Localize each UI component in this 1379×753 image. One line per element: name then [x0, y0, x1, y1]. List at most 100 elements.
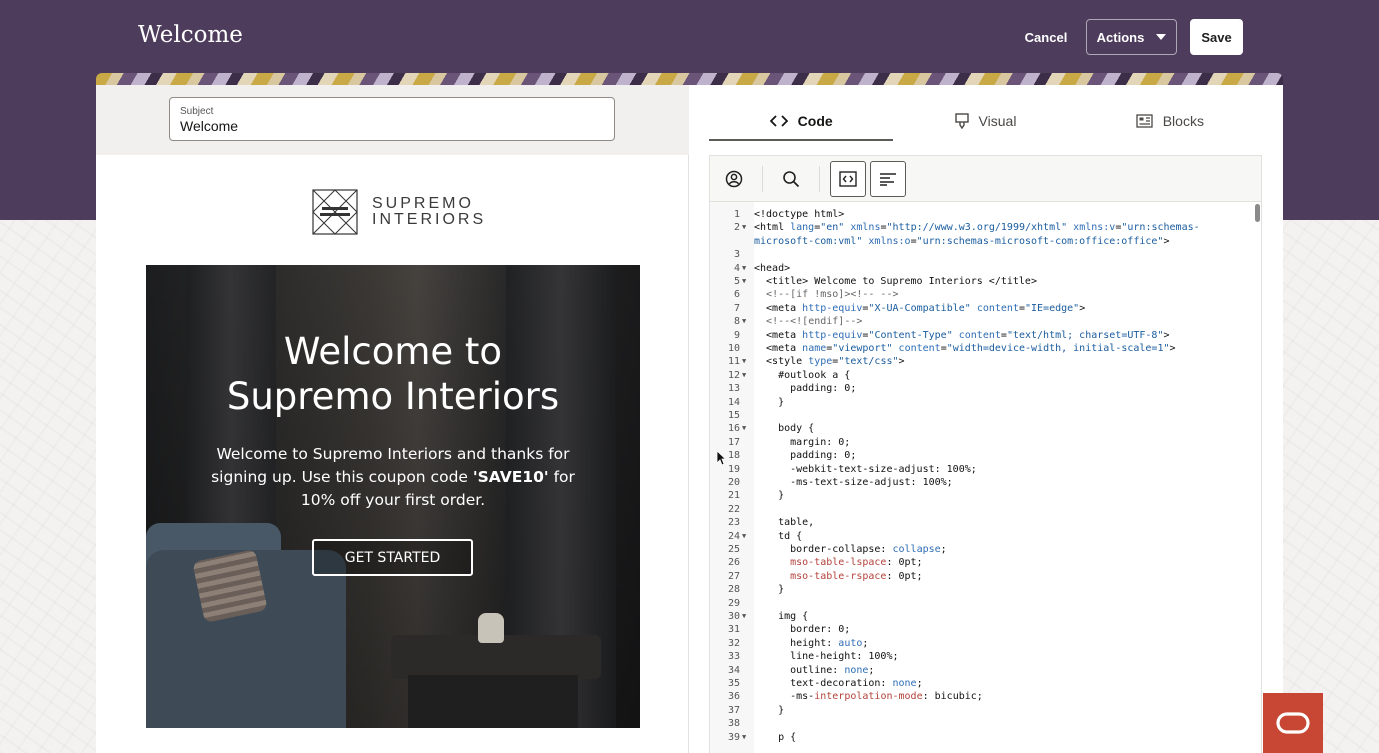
tab-visual[interactable]: Visual	[893, 103, 1077, 141]
search-button[interactable]	[773, 161, 809, 197]
code-text: <meta http-equiv="Content-Type" content=…	[754, 329, 1170, 341]
code-line[interactable]: 36 -ms-interpolation-mode: bicubic;	[710, 690, 1250, 703]
code-line[interactable]: 34 outline: none;	[710, 664, 1250, 677]
editor-tabs: Code Visual Blocks	[709, 103, 1262, 141]
format-align-icon	[880, 172, 896, 186]
code-text: <head>	[754, 262, 791, 274]
code-line[interactable]: 1 <!doctype html>	[710, 208, 1250, 221]
code-area[interactable]: 1 <!doctype html> 2 ▼ <html lang="en" xmlns=…	[710, 202, 1263, 753]
line-number: 3	[733, 249, 740, 261]
code-text: mso-table-lspace: 0pt;	[790, 557, 923, 569]
code-line[interactable]: 7 <meta http-equiv="X-UA-Compatible" con…	[710, 302, 1250, 315]
code-text: padding: 0;	[754, 383, 857, 395]
actions-label: Actions	[1096, 29, 1145, 45]
code-line[interactable]: 16 ▼ body {	[710, 422, 1250, 435]
code-line[interactable]: 11 ▼ <style type="text/css">	[710, 355, 1250, 368]
get-started-button[interactable]: GET STARTED	[312, 539, 473, 576]
fold-arrow-icon[interactable]: ▼	[742, 315, 746, 328]
cancel-button[interactable]: Cancel	[1016, 20, 1076, 54]
code-text: <!--[if !mso]><!-- -->	[766, 289, 899, 301]
search-icon	[783, 170, 800, 187]
hero-banner[interactable]: Welcome to Supremo Interiors Welcome to …	[146, 265, 640, 728]
code-line[interactable]: 39 ▼ p {	[710, 731, 1250, 744]
fold-arrow-icon[interactable]: ▼	[742, 221, 746, 234]
fold-arrow-icon[interactable]: ▼	[742, 422, 746, 435]
code-line[interactable]: 4 ▼ <head>	[710, 262, 1250, 275]
save-button[interactable]: Save	[1190, 19, 1243, 55]
oracle-help-button[interactable]	[1263, 693, 1323, 753]
code-line[interactable]: 33 line-height: 100%;	[710, 650, 1250, 663]
line-number: 21	[727, 490, 740, 502]
coffee-table-base	[408, 675, 578, 728]
fold-arrow-icon[interactable]: ▼	[742, 355, 746, 368]
format-align-button[interactable]	[870, 160, 906, 197]
code-line[interactable]: 24 ▼ td {	[710, 530, 1250, 543]
code-line[interactable]: 37 }	[710, 704, 1250, 717]
code-text: td {	[754, 530, 803, 542]
hero-title-line-2: Supremo Interiors	[226, 375, 560, 418]
tab-code-label: Code	[797, 113, 833, 129]
fold-arrow-icon[interactable]: ▼	[742, 731, 746, 744]
code-line[interactable]: 10 <meta name="viewport" content="width=…	[710, 342, 1250, 355]
code-text: img {	[754, 611, 809, 622]
code-line[interactable]: 26 mso-table-lspace: 0pt;	[710, 556, 1250, 569]
fold-arrow-icon[interactable]: ▼	[742, 369, 746, 382]
code-line[interactable]: 17 margin: 0;	[710, 436, 1250, 449]
personalize-button[interactable]	[716, 161, 752, 197]
code-line[interactable]: 15	[710, 409, 1250, 422]
code-line[interactable]: microsoft-com:vml" xmlns:o="urn:schemas-…	[710, 235, 1250, 248]
code-line[interactable]: 18 padding: 0;	[710, 449, 1250, 462]
code-line[interactable]: 27 mso-table-rspace: 0pt;	[710, 570, 1250, 583]
actions-menu-button[interactable]: Actions	[1086, 19, 1177, 55]
line-number: 16	[727, 423, 740, 435]
code-line[interactable]: 35 text-decoration: none;	[710, 677, 1250, 690]
code-line[interactable]: 9 <meta http-equiv="Content-Type" conten…	[710, 329, 1250, 342]
code-text: text-decoration: none;	[754, 678, 923, 689]
code-line[interactable]: 21 }	[710, 489, 1250, 502]
subject-field[interactable]: Subject	[169, 97, 615, 141]
line-number: 6	[733, 289, 740, 301]
line-number: 11	[727, 356, 740, 368]
code-line[interactable]: 20 -ms-text-size-adjust: 100%;	[710, 476, 1250, 489]
code-line[interactable]: 30 ▼ img {	[710, 610, 1250, 623]
code-line[interactable]: 8 ▼ <!--<![endif]-->	[710, 315, 1250, 328]
code-line[interactable]: 19 -webkit-text-size-adjust: 100%;	[710, 463, 1250, 476]
caret-down-icon	[1156, 34, 1167, 40]
fold-arrow-icon[interactable]: ▼	[742, 262, 746, 275]
code-line[interactable]: 6 <!--[if !mso]><!-- -->	[710, 288, 1250, 301]
code-line[interactable]: 12 ▼ #outlook a {	[710, 369, 1250, 382]
code-line[interactable]: 5 ▼ <title> Welcome to Supremo Interiors …	[710, 275, 1250, 288]
code-block-button[interactable]	[830, 160, 866, 197]
code-line[interactable]: 29	[710, 597, 1250, 610]
line-number: 12	[727, 369, 740, 381]
subject-input[interactable]	[180, 118, 604, 134]
tab-code[interactable]: Code	[709, 103, 894, 141]
tab-blocks[interactable]: Blocks	[1078, 103, 1262, 141]
code-line[interactable]: 13 padding: 0;	[710, 382, 1250, 395]
code-line[interactable]: 28 }	[710, 583, 1250, 596]
fold-arrow-icon[interactable]: ▼	[742, 610, 746, 623]
mouse-pointer-icon	[716, 450, 726, 466]
tab-visual-label: Visual	[978, 113, 1017, 129]
code-line[interactable]: 14 }	[710, 396, 1250, 409]
code-line[interactable]: 25 border-collapse: collapse;	[710, 543, 1250, 556]
line-number: 26	[727, 557, 740, 569]
code-text: outline: none;	[754, 664, 875, 676]
line-number: 17	[727, 436, 740, 448]
vertical-scrollbar[interactable]	[1255, 204, 1260, 222]
code-line[interactable]: 3	[710, 248, 1250, 261]
fold-arrow-icon[interactable]: ▼	[742, 530, 746, 543]
code-line[interactable]: 32 height: auto;	[710, 637, 1250, 650]
line-number: 27	[727, 570, 740, 582]
supremo-logo-icon	[312, 189, 358, 235]
line-number: 37	[727, 704, 740, 716]
code-line[interactable]: 22	[710, 503, 1250, 516]
line-number: 10	[727, 343, 740, 354]
code-text: <!doctype html>	[754, 209, 845, 220]
fold-arrow-icon[interactable]: ▼	[742, 275, 746, 288]
line-number: 25	[727, 544, 740, 555]
code-line[interactable]: 23 table,	[710, 516, 1250, 529]
code-line[interactable]: 38	[710, 717, 1250, 730]
code-line[interactable]: 2 ▼ <html lang="en" xmlns="http://www.w3.o…	[710, 221, 1250, 234]
code-line[interactable]: 31 border: 0;	[710, 623, 1250, 636]
